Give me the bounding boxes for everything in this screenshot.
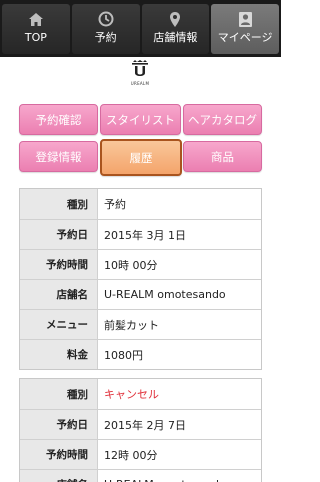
registration-info-button[interactable]: 登録情報	[19, 141, 98, 172]
row-label: 店舗名	[20, 470, 98, 482]
table-row: 予約時間 12時 00分	[20, 439, 261, 469]
row-value: 2015年 2月 7日	[98, 410, 261, 439]
row-value: U-REALM omotesando	[98, 470, 261, 482]
row-label: 予約日	[20, 410, 98, 439]
row-value: 1080円	[98, 340, 261, 369]
row-label: 予約時間	[20, 250, 98, 279]
logo-mark-icon	[132, 60, 148, 76]
row-label: 料金	[20, 340, 98, 369]
row-value: 12時 00分	[98, 440, 261, 469]
table-row: 予約時間 10時 00分	[20, 249, 261, 279]
row-label: 予約時間	[20, 440, 98, 469]
stylist-button[interactable]: スタイリスト	[100, 104, 181, 135]
logo-text: UREALM	[130, 81, 150, 86]
row-value: 10時 00分	[98, 250, 261, 279]
row-value: 予約	[98, 189, 261, 219]
row-value: U-REALM omotesando	[98, 280, 261, 309]
row-label: 種別	[20, 379, 98, 409]
history-button[interactable]: 履歴	[100, 139, 182, 176]
table-row: 予約日 2015年 2月 7日	[20, 409, 261, 439]
nav-reservation-label: 予約	[94, 31, 117, 44]
row-label: 店舗名	[20, 280, 98, 309]
history-record-2: 種別 キャンセル 予約日 2015年 2月 7日 予約時間 12時 00分 店舗…	[19, 378, 262, 482]
row-value: 2015年 3月 1日	[98, 220, 261, 249]
table-row: 店舗名 U-REALM omotesando	[20, 469, 261, 482]
nav-reservation-button[interactable]: 予約	[71, 4, 140, 54]
row-label: 種別	[20, 189, 98, 219]
table-row: 店舗名 U-REALM omotesando	[20, 279, 261, 309]
top-navigation: TOP 予約 店舗情報 マイページ	[0, 0, 281, 57]
clock-icon	[97, 10, 115, 28]
reservation-check-button[interactable]: 予約確認	[19, 104, 98, 135]
cancel-status-value: キャンセル	[98, 379, 261, 409]
products-button[interactable]: 商品	[183, 141, 262, 172]
nav-top-button[interactable]: TOP	[2, 4, 70, 54]
history-record-1: 種別 予約 予約日 2015年 3月 1日 予約時間 10時 00分 店舗名 U…	[19, 188, 262, 370]
table-row: 料金 1080円	[20, 339, 261, 369]
table-row: 予約日 2015年 3月 1日	[20, 219, 261, 249]
row-label: 予約日	[20, 220, 98, 249]
brand-logo: UREALM	[128, 60, 152, 90]
nav-top-label: TOP	[24, 31, 47, 44]
row-label: メニュー	[20, 310, 98, 339]
nav-store-info-button[interactable]: 店舗情報	[141, 4, 210, 54]
row-value: 前髪カット	[98, 310, 261, 339]
hair-catalog-button[interactable]: ヘアカタログ	[183, 104, 262, 135]
nav-mypage-label: マイページ	[217, 31, 273, 44]
map-pin-icon	[166, 10, 184, 28]
table-row: メニュー 前髪カット	[20, 309, 261, 339]
nav-mypage-button[interactable]: マイページ	[211, 4, 279, 54]
nav-store-info-label: 店舗情報	[153, 31, 198, 44]
table-row: 種別 予約	[20, 189, 261, 219]
home-icon	[27, 10, 45, 28]
table-row: 種別 キャンセル	[20, 379, 261, 409]
mypage-icon	[236, 10, 254, 28]
